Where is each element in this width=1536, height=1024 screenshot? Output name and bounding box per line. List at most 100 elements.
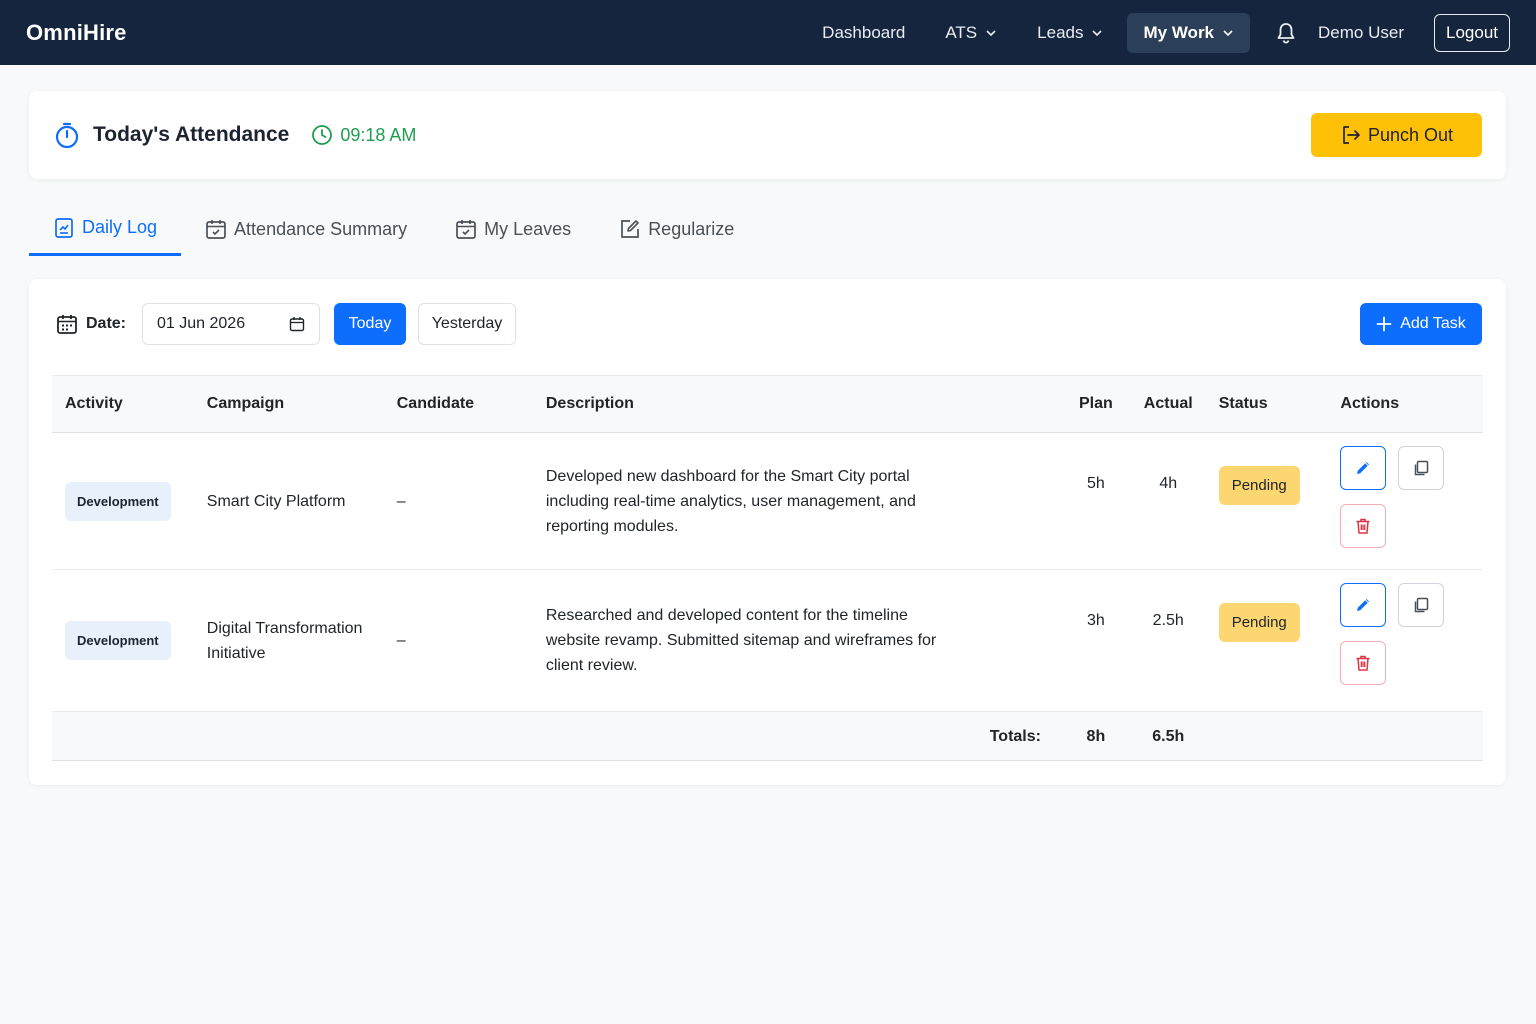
attendance-tabs: Daily Log Attendance Summary My Leaves R… <box>29 202 758 256</box>
brand-logo[interactable]: OmniHire <box>26 20 127 46</box>
edit-button[interactable] <box>1340 446 1387 490</box>
nav-ats-dropdown[interactable]: ATS <box>929 13 1013 53</box>
punch-out-button[interactable]: Punch Out <box>1311 113 1482 157</box>
edit-button[interactable] <box>1340 583 1387 627</box>
clock-icon <box>312 125 333 145</box>
totals-actual: 6.5h <box>1152 727 1185 745</box>
actual-cell: 2.5h <box>1152 612 1184 629</box>
logout-button[interactable]: Logout <box>1434 13 1510 52</box>
plus-icon <box>1376 316 1392 332</box>
status-cell: Pending <box>1206 433 1328 570</box>
candidate-cell: – <box>396 492 406 510</box>
stopwatch-icon <box>55 122 79 149</box>
attendance-title: Today's Attendance <box>93 123 290 146</box>
calendar-icon <box>57 315 77 334</box>
header-activity: Activity <box>65 395 123 412</box>
nav-ats-label: ATS <box>945 22 978 42</box>
trash-icon <box>1356 655 1370 671</box>
tab-my-leaves[interactable]: My Leaves <box>431 202 595 256</box>
nav-leads-dropdown[interactable]: Leads <box>1021 13 1119 53</box>
plan-cell: 3h <box>1086 612 1105 629</box>
description-text: Researched and developed content for the… <box>545 607 937 674</box>
plan-cell: 5h <box>1086 475 1105 492</box>
nav-menu: Dashboard ATS Leads My Work Demo User Lo… <box>798 12 1510 53</box>
pencil-icon <box>1357 599 1370 611</box>
nav-dashboard[interactable]: Dashboard <box>806 13 921 53</box>
yesterday-button[interactable]: Yesterday <box>418 303 517 345</box>
totals-label: Totals: <box>989 727 1041 745</box>
attendance-card: Today's Attendance 09:18 AM Punch Out <box>29 91 1506 179</box>
add-task-button[interactable]: Add Task <box>1360 303 1482 345</box>
pencil-icon <box>1357 462 1370 474</box>
add-task-label: Add Task <box>1400 315 1466 332</box>
actions-cell <box>1327 570 1483 712</box>
delete-button[interactable] <box>1340 641 1387 685</box>
description-cell: Developed new dashboard for the Smart Ci… <box>533 433 1061 570</box>
campaign-cell: Digital Transformation Initiative <box>206 619 363 662</box>
calendar-icon[interactable] <box>289 316 305 332</box>
calendar-check-icon <box>206 220 226 239</box>
header-actions: Actions <box>1340 395 1400 412</box>
attendance-time-value: 09:18 AM <box>340 124 417 145</box>
nav-dashboard-label: Dashboard <box>822 22 906 42</box>
date-label: Date: <box>56 313 126 335</box>
table-header-row: Activity Campaign Candidate Description … <box>52 375 1483 433</box>
date-value: 01 Jun 2026 <box>157 315 246 332</box>
chevron-down-icon <box>1092 29 1103 36</box>
header-description: Description <box>545 395 634 412</box>
tab-attendance-summary-label: Attendance Summary <box>234 218 408 239</box>
journal-icon <box>55 217 73 238</box>
pencil-square-icon <box>621 220 640 238</box>
today-button[interactable]: Today <box>334 303 407 345</box>
nav-my-work-label: My Work <box>1143 22 1215 42</box>
tab-attendance-summary[interactable]: Attendance Summary <box>181 202 431 256</box>
header-status: Status <box>1218 395 1268 412</box>
header-candidate: Candidate <box>396 395 475 412</box>
actual-cell: 4h <box>1159 475 1178 492</box>
tab-daily-log-label: Daily Log <box>82 217 158 237</box>
header-campaign: Campaign <box>206 395 285 412</box>
date-label-text: Date: <box>86 315 127 332</box>
calendar-icon <box>456 220 476 239</box>
notifications-bell-icon[interactable] <box>1274 21 1298 45</box>
totals-row: Totals: 8h 6.5h <box>52 711 1483 761</box>
header-plan: Plan <box>1078 395 1113 412</box>
status-cell: Pending <box>1206 570 1328 712</box>
tab-regularize-label: Regularize <box>648 218 735 239</box>
chevron-down-icon <box>1223 29 1233 36</box>
activity-badge: Development <box>65 481 171 521</box>
delete-button[interactable] <box>1340 504 1387 548</box>
tab-daily-log[interactable]: Daily Log <box>29 202 182 256</box>
actions-cell <box>1327 433 1483 570</box>
chevron-down-icon <box>986 29 996 36</box>
tab-my-leaves-label: My Leaves <box>484 218 572 239</box>
candidate-cell: – <box>396 632 406 649</box>
daily-log-card: Date: 01 Jun 2026 Today Yesterday Add Ta… <box>29 279 1506 785</box>
user-name[interactable]: Demo User <box>1318 23 1404 43</box>
tab-regularize[interactable]: Regularize <box>595 202 758 256</box>
date-filter-row: Date: 01 Jun 2026 Today Yesterday Add Ta… <box>56 303 1482 345</box>
nav-leads-label: Leads <box>1037 22 1084 42</box>
activity-badge: Development <box>65 621 171 660</box>
copy-button[interactable] <box>1398 446 1445 490</box>
description-text: Developed new dashboard for the Smart Ci… <box>545 467 916 535</box>
copy-icon <box>1415 597 1429 613</box>
attendance-time: 09:18 AM <box>311 124 416 146</box>
description-cell: Researched and developed content for the… <box>533 570 1061 712</box>
status-badge: Pending <box>1218 466 1300 505</box>
copy-button[interactable] <box>1398 583 1445 627</box>
punch-out-label: Punch Out <box>1367 124 1454 145</box>
table-row: Development Smart City Platform – Develo… <box>52 433 1483 570</box>
totals-plan: 8h <box>1086 727 1106 745</box>
top-navbar: OmniHire Dashboard ATS Leads My Work Dem… <box>0 0 1536 65</box>
copy-icon <box>1415 460 1429 476</box>
sign-out-icon <box>1343 126 1360 144</box>
nav-my-work-dropdown[interactable]: My Work <box>1127 12 1251 53</box>
date-picker-input[interactable]: 01 Jun 2026 <box>142 303 321 345</box>
table-row: Development Digital Transformation Initi… <box>52 570 1483 712</box>
trash-icon <box>1356 518 1370 534</box>
header-actual: Actual <box>1143 395 1193 412</box>
campaign-cell: Smart City Platform <box>206 492 346 510</box>
status-badge: Pending <box>1218 603 1300 642</box>
daily-log-table: Activity Campaign Candidate Description … <box>52 375 1483 761</box>
